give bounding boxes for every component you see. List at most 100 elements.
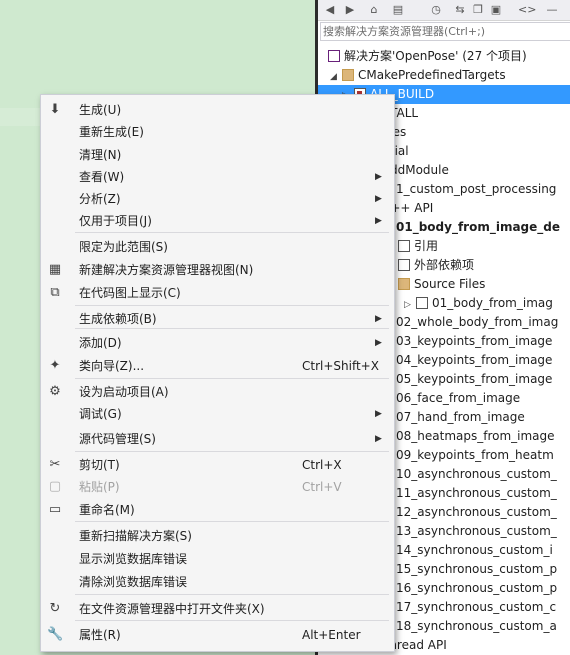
tree-item[interactable]: 14_synchronous_custom_i (380, 541, 570, 560)
submenu-arrow-icon: ▶ (375, 172, 382, 182)
menu-item[interactable]: 重新生成(E) (41, 121, 392, 143)
new-view-icon: ▦ (48, 262, 62, 277)
menu-item-label: 在文件资源管理器中打开文件夹(X) (79, 602, 265, 616)
tree-item[interactable]: 18_synchronous_custom_a (380, 617, 570, 636)
tree-item[interactable]: 17_synchronous_custom_c (380, 598, 570, 617)
tree-item[interactable]: 08_heatmaps_from_image (380, 427, 570, 446)
menu-item[interactable]: ▦ 新建解决方案资源管理器视图(N) (41, 259, 392, 281)
menu-item[interactable]: 添加(D) ▶ (41, 332, 392, 354)
menu-separator (75, 594, 389, 595)
toolbar-button-6[interactable]: ❐ (470, 1, 486, 19)
menu-separator (75, 305, 389, 306)
tree-item[interactable]: 10_asynchronous_custom_ (380, 465, 570, 484)
menu-item-label: 生成(U) (79, 103, 122, 117)
menu-item-label: 属性(R) (79, 628, 121, 642)
menu-item-label: 显示浏览数据库错误 (79, 552, 188, 566)
menu-item[interactable]: 🔧 属性(R) Alt+Enter (41, 624, 392, 646)
tree-item-label: 11_asynchronous_custom_ (396, 486, 557, 500)
tree-item-label: 02_whole_body_from_imag (396, 315, 559, 329)
menu-separator (75, 451, 389, 452)
tree-item[interactable]: ▷外部依赖项 (386, 256, 570, 275)
tree-item[interactable]: 03_keypoints_from_image (380, 332, 570, 351)
menu-item-label: 查看(W) (79, 170, 125, 184)
menu-item-label: 重新生成(E) (79, 125, 144, 139)
menu-item[interactable]: ⬇ 生成(U) (41, 99, 392, 121)
toolbar-button-0[interactable]: ◀ (322, 1, 338, 19)
context-menu: ⬇ 生成(U) 重新生成(E) 清理(N) 查看(W) ▶ 分析(Z) ▶ 仅用于项目(J) ▶ 限… (40, 94, 395, 652)
tree-item[interactable]: C++ API (366, 199, 570, 218)
toolbar-button-1[interactable]: ▶ (342, 1, 358, 19)
menu-item-label: 调试(G) (79, 407, 122, 421)
tree-item-label: 07_hand_from_image (396, 410, 525, 424)
tree-item[interactable]: 1_custom_post_processing (380, 180, 570, 199)
tree-item-label: 01_body_from_imag (432, 296, 553, 310)
menu-separator (75, 521, 389, 522)
menu-item[interactable]: ⧉ 在代码图上显示(C) (41, 282, 392, 304)
tree-item[interactable]: ◢Source Files (386, 275, 570, 294)
tree-item[interactable]: 13_asynchronous_custom_ (380, 522, 570, 541)
toolbar-button-9[interactable]: — (544, 1, 560, 19)
menu-item[interactable]: 查看(W) ▶ (41, 166, 392, 188)
toolbar-button-2[interactable]: ⌂ (366, 1, 382, 19)
folder-icon (398, 277, 410, 290)
tree-item[interactable]: 06_face_from_image (380, 389, 570, 408)
paste-icon: ▢ (48, 479, 62, 494)
tree-item[interactable]: 07_hand_from_image (380, 408, 570, 427)
toolbar-button-8[interactable]: <> (518, 1, 536, 19)
tree-item[interactable]: 16_synchronous_custom_p (380, 579, 570, 598)
menu-item[interactable]: 调试(G) ▶ (41, 403, 392, 425)
tree-item-label: 13_asynchronous_custom_ (396, 524, 557, 538)
tree-item-label: 14_synchronous_custom_i (396, 543, 553, 557)
menu-item[interactable]: ↻ 在文件资源管理器中打开文件夹(X) (41, 598, 392, 620)
tree-item[interactable]: 09_keypoints_from_heatm (380, 446, 570, 465)
toolbar-button-4[interactable]: ◷ (428, 1, 444, 19)
tree-item-label: 12_asynchronous_custom_ (396, 505, 557, 519)
menu-item[interactable]: ✦ 类向导(Z)... Ctrl+Shift+X (41, 355, 392, 377)
menu-item[interactable]: 源代码管理(S) ▶ (41, 428, 392, 450)
tree-item[interactable]: ▷引用 (386, 237, 570, 256)
tree-item[interactable]: 02_whole_body_from_imag (380, 313, 570, 332)
tree-item-label: 10_asynchronous_custom_ (396, 467, 557, 481)
menu-item[interactable]: 清除浏览数据库错误 (41, 571, 392, 593)
menu-item-shortcut: Alt+Enter (302, 628, 361, 642)
search-input[interactable]: 搜索解决方案资源管理器(Ctrl+;) (320, 22, 570, 41)
tree-item[interactable]: ◢ CMakePredefinedTargets (330, 66, 570, 85)
toolbar-button-5[interactable]: ⇆ (452, 1, 468, 19)
tree-item[interactable]: 05_keypoints_from_image (380, 370, 570, 389)
tree-item-label: 16_synchronous_custom_p (396, 581, 558, 595)
menu-item[interactable]: 生成依赖项(B) ▶ (41, 308, 392, 330)
menu-item[interactable]: 分析(Z) ▶ (41, 188, 392, 210)
tree-item[interactable]: 15_synchronous_custom_p (380, 560, 570, 579)
tree-item[interactable]: ◢01_body_from_image_de (368, 218, 570, 237)
references-icon (398, 239, 410, 252)
menu-separator (75, 378, 389, 379)
menu-item[interactable]: 显示浏览数据库错误 (41, 548, 392, 570)
tree-item[interactable]: 11_asynchronous_custom_ (380, 484, 570, 503)
menu-item[interactable]: 重新扫描解决方案(S) (41, 525, 392, 547)
tree-item[interactable]: ▷ 01_body_from_imag (404, 294, 570, 313)
tree-item[interactable]: AddModule (366, 161, 570, 180)
tree-item-label: 05_keypoints_from_image (396, 372, 553, 386)
menu-item[interactable]: 清理(N) (41, 144, 392, 166)
menu-item[interactable]: 限定为此范围(S) (41, 236, 392, 258)
menu-item[interactable]: ⚙ 设为启动项目(A) (41, 381, 392, 403)
menu-item-label: 限定为此范围(S) (79, 240, 168, 254)
toolbar-button-7[interactable]: ▣ (488, 1, 504, 19)
build-icon: ⬇ (49, 102, 61, 117)
tree-item-label: 01_body_from_image_de (396, 220, 561, 234)
menu-item: ▢ 粘贴(P) Ctrl+V (41, 476, 392, 498)
tree-item[interactable]: Thread API (366, 636, 570, 655)
tree-item[interactable]: 12_asynchronous_custom_ (380, 503, 570, 522)
tree-item-label: 引用 (414, 239, 439, 253)
menu-item-label: 清除浏览数据库错误 (79, 575, 188, 589)
tree-item-label: 18_synchronous_custom_a (396, 619, 557, 633)
class-wizard-icon: ✦ (49, 358, 61, 373)
menu-item-label: 粘贴(P) (79, 480, 120, 494)
tree-item[interactable]: 解决方案'OpenPose' (27 个项目) (328, 47, 570, 66)
tree-item-label: 03_keypoints_from_image (396, 334, 553, 348)
toolbar-button-3[interactable]: ▤ (390, 1, 406, 19)
menu-item[interactable]: ✂ 剪切(T) Ctrl+X (41, 454, 392, 476)
tree-item[interactable]: 04_keypoints_from_image (380, 351, 570, 370)
menu-item[interactable]: 仅用于项目(J) ▶ (41, 210, 392, 232)
menu-item[interactable]: ▭ 重命名(M) (41, 499, 392, 521)
